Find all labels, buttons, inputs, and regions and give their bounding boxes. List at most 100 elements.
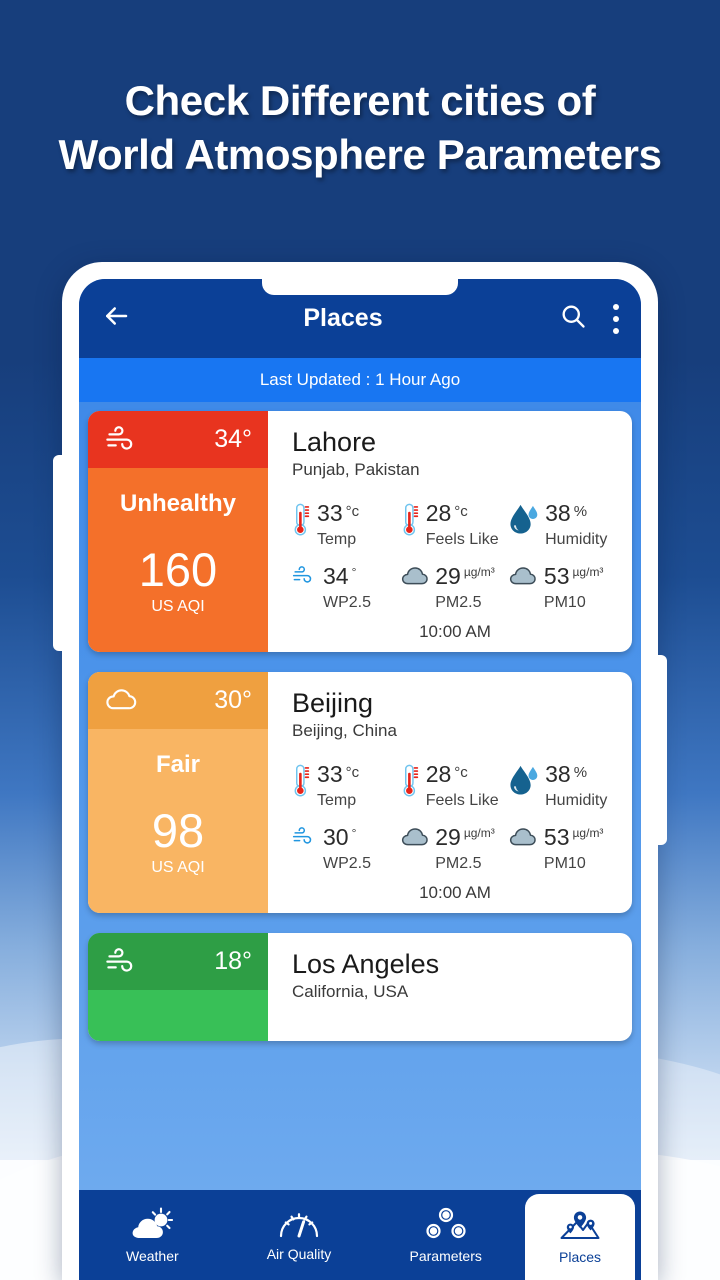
nav-item-air-quality[interactable]: Air Quality xyxy=(226,1190,373,1280)
more-vertical-icon[interactable] xyxy=(613,303,619,334)
card-timestamp: 10:00 AM xyxy=(419,622,491,642)
metric-label: PM2.5 xyxy=(435,855,482,873)
places-list[interactable]: 34° Unhealthy 160 US AQI Lahore Punjab, Pakis… xyxy=(79,402,641,1280)
metric-number: 53 xyxy=(543,563,570,590)
promo-headline: Check Different cities of World Atmosphe… xyxy=(0,74,720,182)
headline-line-2: World Atmosphere Parameters xyxy=(58,131,662,178)
metric-wp2-5: 34 ° WP2.5 xyxy=(292,565,401,612)
metric-unit: µg/m³ xyxy=(572,826,604,841)
thermometer-icon xyxy=(401,764,419,797)
metric-value: 38% xyxy=(545,502,607,525)
aqi-panel: 18° xyxy=(88,933,268,1042)
headline-line-1: Check Different cities of xyxy=(124,77,596,124)
nav-item-label: Weather xyxy=(126,1247,179,1264)
metrics-grid: 33 °c Temp 28 °c Feels Like 38% Humidity 30 ° WP2.… xyxy=(292,763,618,873)
metric-label: PM10 xyxy=(543,594,586,612)
card-temperature-badge: 18° xyxy=(214,947,252,976)
metric-value: 29 µg/m³ xyxy=(435,565,495,588)
metric-label: PM10 xyxy=(543,855,586,873)
city-name: Lahore xyxy=(292,427,377,457)
metric-number: 53 xyxy=(543,824,570,851)
phone-volume-button xyxy=(53,455,65,651)
metric-number: 33 xyxy=(317,500,343,527)
metric-unit: ° xyxy=(351,565,357,580)
smog-cloud-icon xyxy=(401,827,429,847)
metric-value: 30 ° xyxy=(323,826,371,849)
city-region: Punjab, Pakistan xyxy=(292,460,420,480)
app-bar-actions xyxy=(559,302,619,335)
smog-cloud-icon xyxy=(401,566,429,586)
metric-label: Feels Like xyxy=(425,792,499,810)
metric-label: Humidity xyxy=(545,531,608,549)
aqi-panel-header: 30° xyxy=(88,672,268,730)
aqi-panel-header: 18° xyxy=(88,933,268,991)
aqi-readout: Unhealthy 160 US AQI xyxy=(88,468,268,652)
city-name: Los Angeles xyxy=(292,949,440,980)
place-card[interactable]: 30° Fair 98 US AQI Beijing Beijing, China 33 °c… xyxy=(88,672,632,914)
aqi-panel: 30° Fair 98 US AQI xyxy=(88,672,268,914)
metric-unit: °c xyxy=(454,764,468,782)
nav-item-label: Places xyxy=(559,1248,602,1265)
metric-label: WP2.5 xyxy=(323,594,372,612)
phone-power-button xyxy=(655,655,667,845)
metric-number: 38 xyxy=(545,500,571,527)
metric-unit: ° xyxy=(351,826,357,841)
wind-icon xyxy=(105,948,139,975)
wind-icon xyxy=(105,426,139,453)
card-temperature-badge: 34° xyxy=(214,425,252,453)
metric-label: PM2.5 xyxy=(435,594,482,612)
phone-notch xyxy=(262,279,458,295)
aqi-unit: US AQI xyxy=(151,859,205,877)
metric-number: 33 xyxy=(317,761,343,788)
water-drop-icon xyxy=(509,764,538,796)
metric-unit: °c xyxy=(454,503,468,521)
metric-pm2-5: 29 µg/m³ PM2.5 xyxy=(401,826,510,873)
search-icon[interactable] xyxy=(559,302,587,335)
metric-number: 28 xyxy=(425,500,452,527)
nav-item-places[interactable]: Places xyxy=(525,1194,636,1280)
wind-icon xyxy=(292,827,316,846)
metric-wp2-5: 30 ° WP2.5 xyxy=(292,826,401,873)
nav-item-label: Air Quality xyxy=(266,1245,332,1262)
metric-value: 38% xyxy=(545,763,607,786)
thermometer-icon xyxy=(292,764,310,797)
metric-value: 28 °c xyxy=(426,763,499,786)
metric-value: 28 °c xyxy=(426,502,499,525)
metric-pm10: 53 µg/m³ PM10 xyxy=(509,826,618,873)
aqi-readout xyxy=(88,990,268,1041)
metric-unit: µg/m³ xyxy=(463,565,495,580)
place-card[interactable]: 18° Los Angeles California, USA xyxy=(88,933,632,1042)
nav-item-parameters[interactable]: Parameters xyxy=(372,1190,519,1280)
thermometer-icon xyxy=(401,503,419,536)
gauge-icon xyxy=(278,1209,320,1239)
nav-item-weather[interactable]: Weather xyxy=(79,1190,226,1280)
metric-label: Temp xyxy=(317,792,357,810)
aqi-category: Fair xyxy=(155,751,200,779)
thermometer-icon xyxy=(292,503,310,536)
metric-unit: µg/m³ xyxy=(572,565,604,580)
place-card[interactable]: 34° Unhealthy 160 US AQI Lahore Punjab, Pakis… xyxy=(88,411,632,653)
metric-temp: 33 °c Temp xyxy=(292,763,401,810)
metric-humidity: 38% Humidity xyxy=(509,763,618,810)
metrics-grid: 33 °c Temp 28 °c Feels Like 38% Humidity 34 ° WP2.… xyxy=(292,502,618,612)
aqi-panel-header: 34° xyxy=(88,411,268,468)
last-updated-text: Last Updated : 1 Hour Ago xyxy=(259,370,461,389)
metric-number: 29 xyxy=(435,563,461,590)
metric-value: 34 ° xyxy=(323,565,371,588)
metric-number: 28 xyxy=(425,761,452,788)
three-circles-icon xyxy=(426,1207,466,1241)
card-timestamp: 10:00 AM xyxy=(419,883,491,903)
bottom-navigation: Weather Air Quality Parameters Places xyxy=(79,1190,641,1280)
place-details: Lahore Punjab, Pakistan 33 °c Temp 28 °c Feels … xyxy=(268,411,632,652)
phone-mockup: Places Last Updated : 1 Hour Ago 34° Unhe… xyxy=(53,262,667,1280)
last-updated-banner: Last Updated : 1 Hour Ago xyxy=(79,358,641,402)
smog-cloud-icon xyxy=(509,566,537,586)
metric-label: Temp xyxy=(317,531,357,549)
water-drop-icon xyxy=(509,503,538,535)
cloud-icon xyxy=(105,688,139,712)
metric-unit: °c xyxy=(345,503,360,521)
smog-cloud-icon xyxy=(509,827,537,847)
aqi-panel: 34° Unhealthy 160 US AQI xyxy=(88,411,268,653)
metric-value: 53 µg/m³ xyxy=(544,826,604,849)
metric-value: 29 µg/m³ xyxy=(435,826,495,849)
